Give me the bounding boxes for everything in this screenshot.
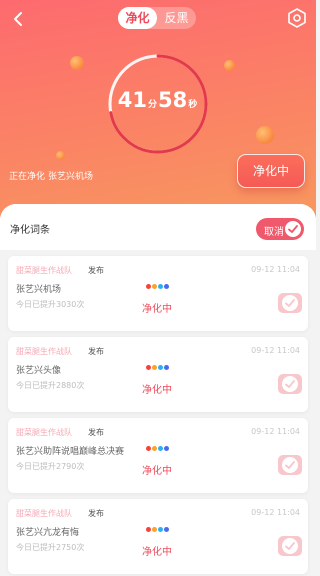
purifying-button[interactable]: 净化中 — [237, 154, 305, 188]
check-icon — [282, 376, 298, 392]
status-prefix: 正在净化 — [9, 172, 46, 182]
team-name: 甜菜腿生作战队 — [16, 266, 72, 275]
countdown-text: 41分58秒 — [104, 88, 212, 112]
status-target: 张艺兴机场 — [48, 172, 94, 182]
mode-switch: 净化 反黑 — [118, 7, 196, 29]
team-name: 甜菜腿生作战队 — [16, 428, 72, 437]
seconds-unit: 秒 — [188, 100, 198, 110]
publish-label: 发布 — [88, 428, 104, 437]
purify-state: 净化中 — [142, 466, 172, 477]
back-button[interactable] — [8, 8, 30, 30]
team-name: 甜菜腿生作战队 — [16, 509, 72, 518]
publish-date: 09-12 11:04 — [251, 346, 300, 355]
select-toggle[interactable] — [278, 293, 302, 313]
cancel-button[interactable]: 取消 — [256, 218, 304, 240]
today-count: 今日已提升2790次 — [16, 462, 85, 471]
loading-dots-icon — [146, 284, 170, 289]
check-icon — [282, 295, 298, 311]
select-toggle[interactable] — [278, 536, 302, 556]
cancel-label: 取消 — [264, 227, 284, 238]
countdown-ring: 41分58秒 — [104, 50, 212, 158]
publish-date: 09-12 11:04 — [251, 427, 300, 436]
decor-ball — [256, 126, 274, 144]
decor-ball — [56, 151, 65, 160]
loading-dots-icon — [146, 446, 170, 451]
purify-status: 正在净化 张艺兴机场 — [9, 169, 96, 182]
keyword-card[interactable]: 甜菜腿生作战队 发布 09-12 11:04 张艺兴助阵说唱巅峰总决赛 今日已提… — [8, 418, 308, 493]
tab-anti-black[interactable]: 反黑 — [157, 7, 196, 29]
publish-label: 发布 — [88, 509, 104, 518]
keyword-name: 张艺兴头像 — [16, 366, 62, 376]
keyword-card[interactable]: 甜菜腿生作战队 发布 09-12 11:04 张艺兴机场 今日已提升3030次 … — [8, 256, 308, 331]
purify-state: 净化中 — [142, 547, 172, 558]
check-icon — [282, 538, 298, 554]
purify-state: 净化中 — [142, 304, 172, 315]
publish-date: 09-12 11:04 — [251, 508, 300, 517]
tab-purify[interactable]: 净化 — [118, 7, 157, 29]
decor-ball — [70, 56, 84, 70]
select-toggle[interactable] — [278, 455, 302, 475]
publish-label: 发布 — [88, 266, 104, 275]
publish-date: 09-12 11:04 — [251, 265, 300, 274]
keyword-name: 张艺兴机场 — [16, 285, 62, 295]
keyword-name: 张艺兴助阵说唱巅峰总决赛 — [16, 447, 125, 457]
loading-dots-icon — [146, 365, 170, 370]
keyword-card[interactable]: 甜菜腿生作战队 发布 09-12 11:04 张艺兴亢龙有悔 今日已提升2750… — [8, 499, 308, 574]
purify-state: 净化中 — [142, 385, 172, 396]
team-name: 甜菜腿生作战队 — [16, 347, 72, 356]
hero-panel: 净化 反黑 41分58秒 正在净化 张艺兴机场 净化中 — [0, 0, 316, 230]
check-icon — [282, 457, 298, 473]
select-toggle[interactable] — [278, 374, 302, 394]
check-icon — [285, 221, 301, 237]
keyword-name: 张艺兴亢龙有悔 — [16, 528, 80, 538]
settings-button[interactable] — [286, 7, 308, 29]
minutes-unit: 分 — [147, 100, 157, 110]
decor-ball — [224, 60, 235, 71]
loading-dots-icon — [146, 527, 170, 532]
sheet-header: 净化词条 取消 — [0, 204, 316, 250]
publish-label: 发布 — [88, 347, 104, 356]
today-count: 今日已提升2750次 — [16, 543, 85, 552]
countdown-minutes: 41 — [117, 88, 147, 112]
countdown-seconds: 58 — [158, 88, 188, 112]
today-count: 今日已提升2880次 — [16, 381, 85, 390]
keyword-card[interactable]: 甜菜腿生作战队 发布 09-12 11:04 张艺兴头像 今日已提升2880次 … — [8, 337, 308, 412]
hexagon-icon — [288, 8, 306, 28]
sheet-title: 净化词条 — [10, 225, 50, 236]
today-count: 今日已提升3030次 — [16, 300, 85, 309]
chevron-left-icon — [14, 12, 22, 26]
keyword-sheet: 净化词条 取消 甜菜腿生作战队 发布 09-12 11:04 张艺兴机场 今日已… — [0, 204, 316, 576]
